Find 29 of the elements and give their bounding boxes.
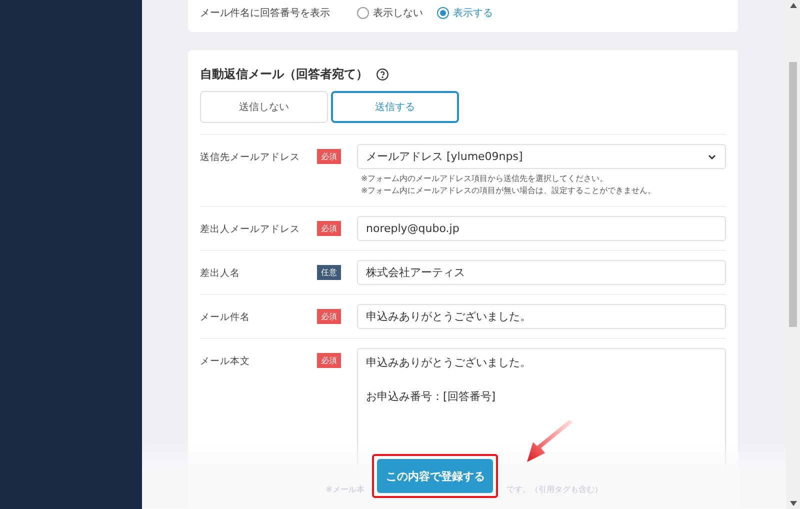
radio-icon[interactable] [357, 7, 369, 19]
badge: 必須 [317, 353, 341, 368]
hint-text: ※フォーム内のメールアドレス項目から送信先を選択してください。 [361, 173, 609, 185]
radio-icon[interactable] [437, 7, 449, 19]
scroll-down-icon[interactable] [790, 501, 796, 506]
scrollbar[interactable] [786, 0, 800, 509]
badge: 必須 [317, 221, 341, 236]
section-title: 自動返信メール（回答者宛て） [200, 66, 368, 83]
hint-text: ※フォーム内にメールアドレスの項目が無い場合は、設定することができません。 [361, 185, 657, 197]
tab[interactable]: 送信しない [200, 91, 328, 123]
input-field[interactable]: 株式会社アーティス [357, 260, 726, 285]
badge: 任意 [317, 265, 341, 280]
help-icon[interactable] [376, 68, 389, 81]
select-field[interactable]: メールアドレス [ylume09nps] [357, 144, 726, 169]
field-label: メール本文 [200, 355, 251, 368]
field-label: メール件名 [200, 311, 251, 324]
field-label: 送信先メールアドレス [200, 151, 301, 164]
field-label: 差出人メールアドレス [200, 223, 301, 236]
input-field[interactable]: 申込みありがとうございました。 [357, 304, 726, 329]
radio-option[interactable]: 表示する [437, 6, 493, 20]
field-label: 差出人名 [200, 267, 241, 280]
setting-label: メール件名に回答番号を表示 [200, 6, 331, 20]
scroll-up-icon[interactable] [790, 3, 796, 8]
arrow-icon [527, 420, 575, 464]
input-field[interactable]: noreply@qubo.jp [357, 216, 726, 241]
badge: 必須 [317, 149, 341, 164]
radio-option[interactable]: 表示しない [357, 6, 423, 20]
tab[interactable]: 送信する [331, 91, 459, 123]
badge: 必須 [317, 309, 341, 324]
